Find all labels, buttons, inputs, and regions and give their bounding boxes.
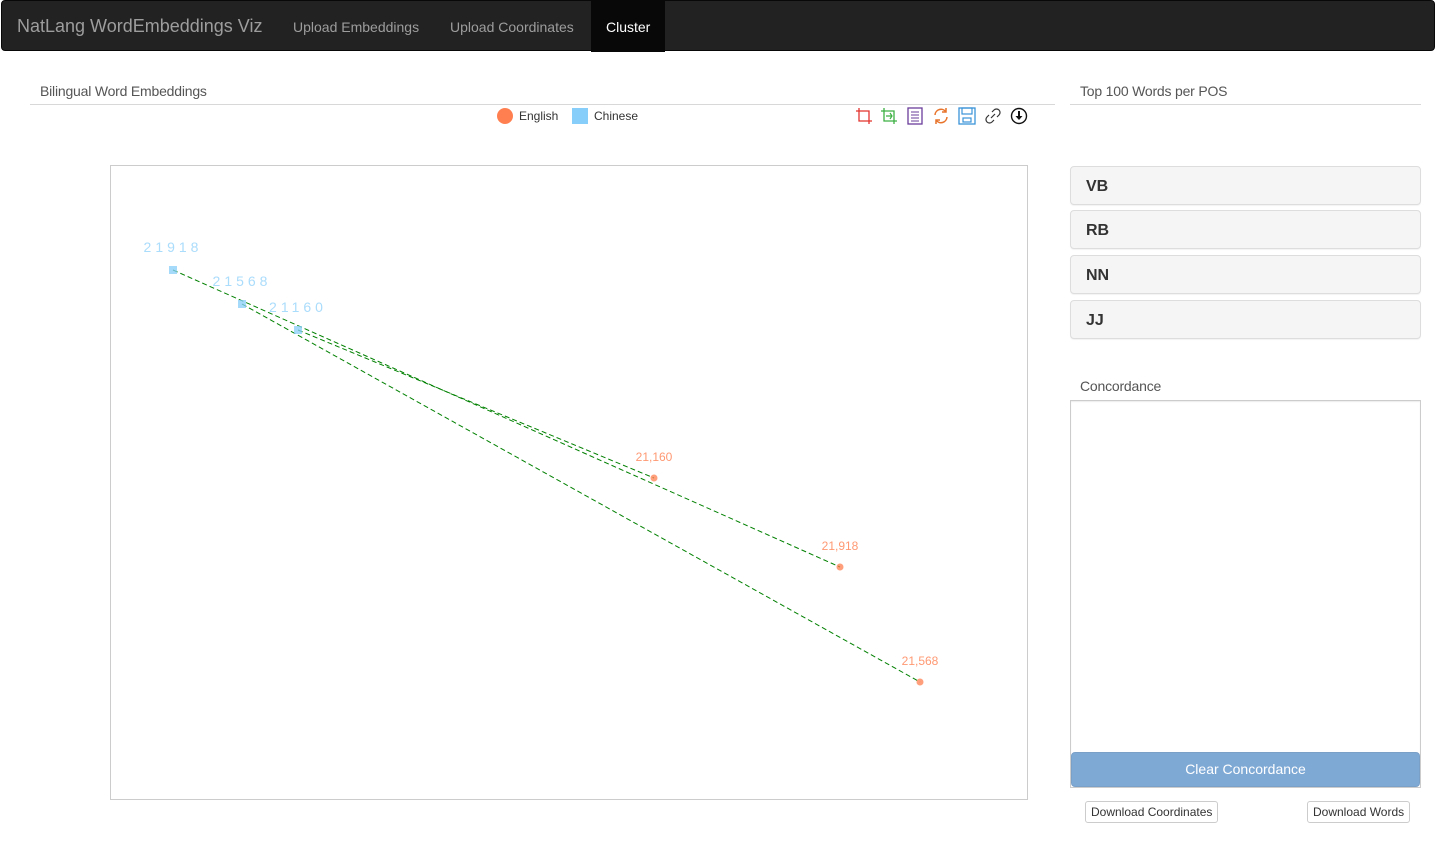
pos-label-nn: NN [1086, 267, 1110, 284]
data-zoom-reset-icon[interactable] [880, 107, 898, 125]
sidebar-divider [1070, 104, 1421, 105]
chinese-point-0[interactable] [169, 266, 177, 274]
brand[interactable]: NatLang WordEmbeddings Viz [17, 1, 262, 52]
chinese-point-1[interactable] [238, 300, 246, 308]
restore-icon[interactable] [932, 107, 950, 125]
legend-english[interactable]: English [497, 108, 558, 124]
main-title: Bilingual Word Embeddings [40, 83, 207, 99]
english-point-label-2: 21,568 [902, 654, 939, 668]
pos-panel-rb[interactable]: RB [1070, 210, 1421, 249]
pos-label-jj: JJ [1086, 312, 1104, 329]
data-view-icon[interactable] [906, 107, 924, 125]
nav-upload-coordinates[interactable]: Upload Coordinates [435, 1, 589, 52]
save-image-icon[interactable] [958, 107, 976, 125]
navbar: NatLang WordEmbeddings Viz Upload Embedd… [1, 0, 1435, 52]
chinese-point-label-1: 21568 [213, 273, 272, 289]
nav-cluster[interactable]: Cluster [591, 1, 665, 52]
pos-label-rb: RB [1086, 222, 1110, 239]
concordance-title: Concordance [1080, 378, 1162, 394]
link-line-2 [297, 329, 655, 479]
pos-panel-vb[interactable]: VB [1070, 166, 1421, 205]
english-point-2[interactable] [916, 678, 924, 686]
download-coordinates-button[interactable]: Download Coordinates [1085, 801, 1219, 823]
legend-english-label: English [519, 109, 559, 123]
pos-label-vb: VB [1086, 178, 1109, 195]
chinese-point-label-2: 21160 [269, 299, 327, 315]
data-zoom-icon[interactable] [855, 107, 873, 125]
english-point-1[interactable] [836, 563, 844, 571]
link-line-1 [241, 303, 921, 683]
chart-svg[interactable]: 21,160 21,918 21,568 21918 21568 21160 [111, 166, 1027, 799]
pos-panel-jj[interactable]: JJ [1070, 300, 1421, 339]
link-icon[interactable] [984, 107, 1002, 125]
nav-upload-embeddings[interactable]: Upload Embeddings [278, 1, 434, 52]
download-words-button[interactable]: Download Words [1307, 801, 1411, 823]
scatter-chart[interactable]: 21,160 21,918 21,568 21918 21568 21160 [110, 165, 1028, 800]
legend-chinese-marker [572, 108, 588, 124]
legend-english-marker [497, 108, 513, 124]
sidebar-title: Top 100 Words per POS [1080, 83, 1228, 99]
legend-chinese[interactable]: Chinese [572, 108, 638, 124]
english-point-label-0: 21,160 [636, 450, 673, 464]
chinese-point-2[interactable] [294, 326, 302, 334]
download-icon[interactable] [1010, 107, 1028, 125]
legend-chinese-label: Chinese [594, 109, 639, 123]
main-divider [30, 104, 1055, 105]
english-point-0[interactable] [650, 474, 658, 482]
pos-panel-nn[interactable]: NN [1070, 255, 1421, 294]
clear-concordance-button[interactable]: Clear Concordance [1071, 752, 1420, 787]
english-point-label-1: 21,918 [822, 539, 859, 553]
concordance-box[interactable] [1070, 400, 1421, 788]
chinese-point-label-0: 21918 [144, 239, 203, 255]
